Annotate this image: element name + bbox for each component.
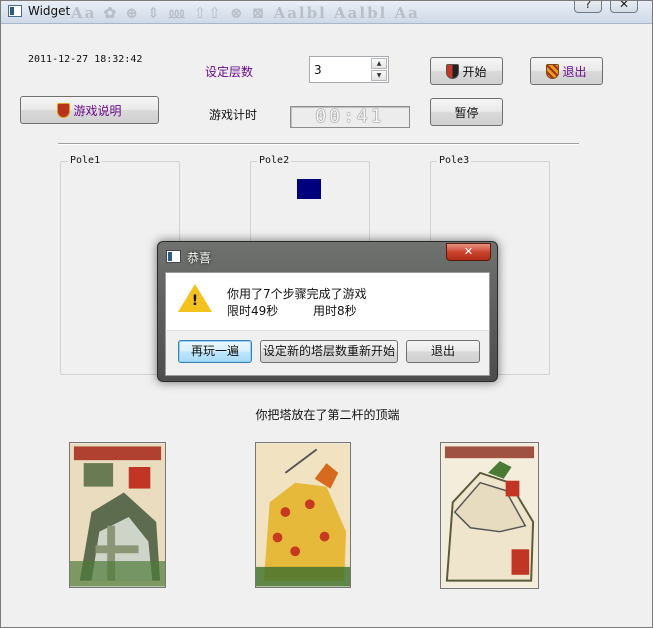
- game-help-button[interactable]: 游戏说明: [20, 96, 159, 124]
- pole-2-title: Pole2: [257, 155, 292, 166]
- levels-spinbox[interactable]: 3 ▲ ▼: [309, 56, 389, 83]
- dialog-button-row: 再玩一遍 设定新的塔层数重新开始 退出: [165, 330, 490, 376]
- dialog-body: ! 你用了7个步骤完成了游戏 限时49秒 用时8秒: [165, 272, 490, 330]
- datetime-display: 2011-12-27 18:32:42: [28, 54, 143, 65]
- window-title: Widget: [28, 4, 71, 18]
- replay-button[interactable]: 再玩一遍: [178, 340, 252, 363]
- dialog-message-line1: 你用了7个步骤完成了游戏: [227, 287, 367, 301]
- app-window: Widget Aa ✿ ⊕ ⇕ ⅏ ⇧⇧ ⊗ ⊠ Aalbl Aalbl Aa …: [0, 0, 653, 628]
- spin-up-arrow-icon[interactable]: ▲: [371, 58, 387, 69]
- crest-icon: [546, 63, 560, 79]
- levels-label: 设定层数: [205, 65, 254, 79]
- help-button[interactable]: ?: [574, 1, 602, 13]
- dialog-time-limit: 限时49秒: [227, 304, 279, 318]
- start-button[interactable]: 开始: [430, 57, 503, 85]
- background-ghost-text: Aa ✿ ⊕ ⇕ ⅏ ⇧⇧ ⊗ ⊠ Aalbl Aalbl Aa: [71, 4, 420, 22]
- pause-button-label: 暂停: [454, 105, 479, 120]
- spin-down-arrow-icon[interactable]: ▼: [371, 70, 387, 81]
- disk-small[interactable]: [297, 179, 321, 199]
- timer-label: 游戏计时: [209, 108, 258, 122]
- divider: [58, 143, 579, 144]
- status-message: 你把塔放在了第二杆的顶端: [255, 408, 400, 422]
- timer-lcd: 00:41: [290, 106, 410, 128]
- exit-button[interactable]: 退出: [530, 57, 603, 85]
- dialog-close-button[interactable]: ✕: [446, 243, 491, 261]
- pole-1-title: Pole1: [68, 155, 103, 166]
- congrats-dialog: 恭喜 ✕ ! 你用了7个步骤完成了游戏 限时49秒 用时8秒 再玩一遍 设定新的…: [157, 241, 498, 382]
- lion-shield-icon: [57, 102, 71, 118]
- dialog-title-bar: 恭喜 ✕: [158, 242, 497, 272]
- dialog-title: 恭喜: [187, 251, 212, 265]
- exit-button-label: 退出: [562, 64, 587, 79]
- close-window-button[interactable]: ✕: [610, 1, 638, 13]
- card-knight-2-image: [255, 442, 351, 588]
- card-knight-1-image: [69, 442, 166, 588]
- pole-3-title: Pole3: [437, 155, 472, 166]
- warning-exclamation-glyph: !: [191, 293, 199, 309]
- title-bar: Widget Aa ✿ ⊕ ⇕ ⅏ ⇧⇧ ⊗ ⊠ Aalbl Aalbl Aa …: [1, 1, 652, 24]
- dialog-time-used: 用时8秒: [313, 304, 357, 318]
- window-app-icon: [8, 5, 22, 17]
- dialog-exit-button[interactable]: 退出: [406, 340, 480, 363]
- new-level-restart-button[interactable]: 设定新的塔层数重新开始: [260, 340, 398, 363]
- game-help-label: 游戏说明: [73, 103, 122, 118]
- dialog-app-icon: [166, 250, 181, 263]
- pause-button[interactable]: 暂停: [430, 98, 503, 126]
- shield-icon: [446, 63, 460, 79]
- card-knight-3-image: [440, 442, 539, 589]
- levels-value[interactable]: 3: [314, 63, 322, 77]
- start-button-label: 开始: [462, 64, 487, 79]
